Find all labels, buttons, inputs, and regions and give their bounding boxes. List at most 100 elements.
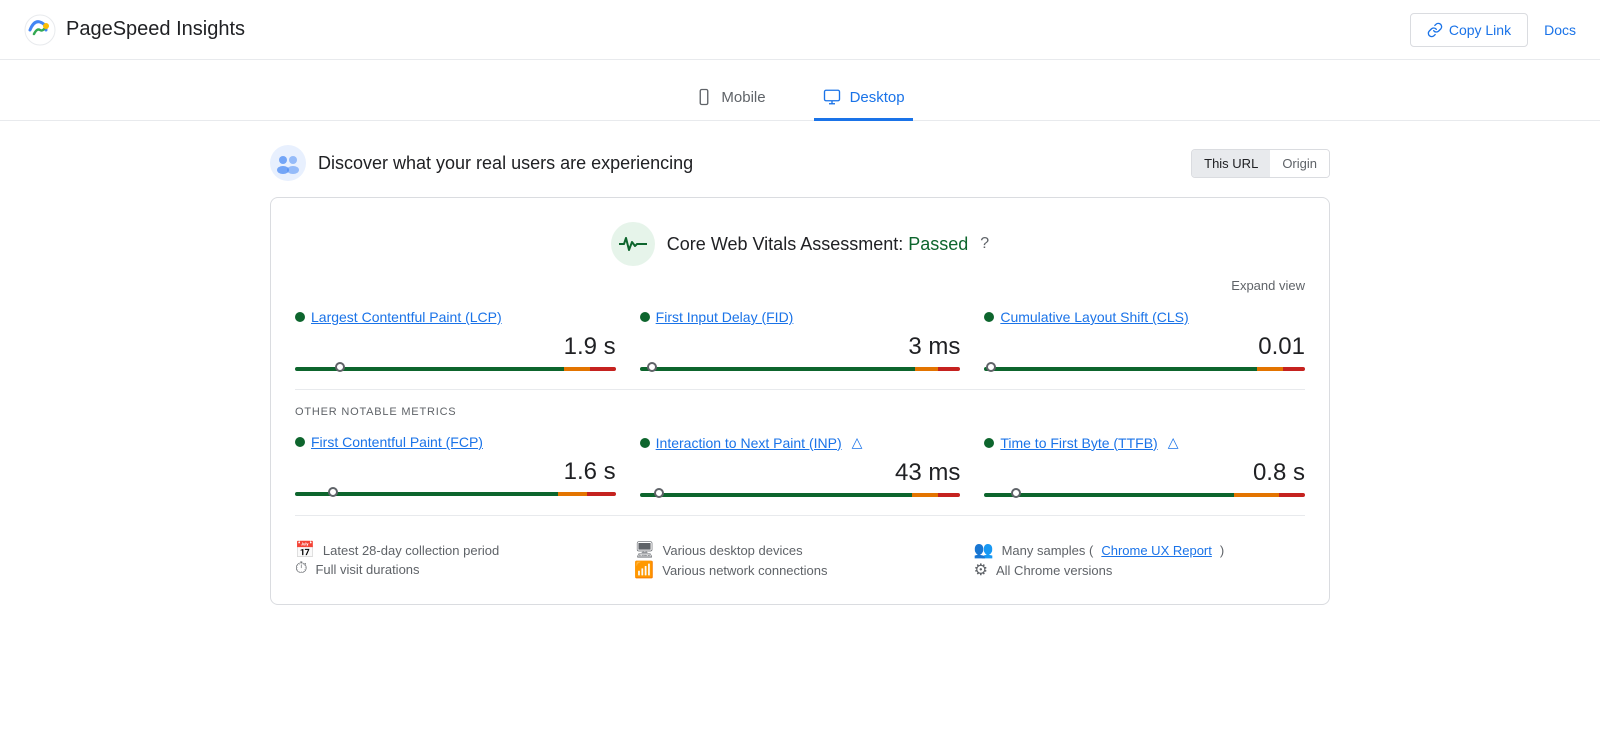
metric-dot [640, 312, 650, 322]
bar-orange [915, 367, 937, 371]
metric-label: Largest Contentful Paint (LCP) [295, 309, 616, 325]
this-url-button[interactable]: This URL [1192, 150, 1270, 177]
cwv-title-row: Core Web Vitals Assessment: Passed ? [611, 222, 989, 266]
metric-item: Cumulative Layout Shift (CLS) 0.01 [984, 309, 1305, 373]
metrics-card: Core Web Vitals Assessment: Passed ? Exp… [270, 197, 1330, 605]
copy-link-button[interactable]: Copy Link [1410, 13, 1528, 47]
chrome-ux-report-link[interactable]: Chrome UX Report [1101, 543, 1212, 558]
experimental-icon: △ [1168, 434, 1179, 451]
cwv-status: Passed [908, 234, 968, 254]
metric-bar-bg [640, 493, 961, 497]
metric-bar-container [984, 491, 1305, 499]
metric-label: Cumulative Layout Shift (CLS) [984, 309, 1305, 325]
tab-mobile-label: Mobile [721, 89, 765, 106]
metric-dot [984, 312, 994, 322]
footer-item-text: Various desktop devices [663, 543, 803, 558]
bar-red [1279, 493, 1305, 497]
metric-dot [295, 312, 305, 322]
other-metrics-grid: First Contentful Paint (FCP) 1.6 s Interac… [295, 434, 1305, 499]
footer-item-icon: 👥 [974, 540, 994, 560]
section-title-area: Discover what your real users are experi… [270, 145, 693, 181]
metric-name[interactable]: Interaction to Next Paint (INP) [656, 435, 842, 451]
metric-bar-bg [640, 367, 961, 371]
docs-link[interactable]: Docs [1544, 22, 1576, 38]
bar-orange [912, 493, 938, 497]
cwv-header: Core Web Vitals Assessment: Passed ? [295, 222, 1305, 270]
bar-orange [1257, 367, 1283, 371]
metric-value: 0.8 s [984, 459, 1305, 487]
footer-item-text-prefix: Many samples ( [1002, 543, 1094, 558]
origin-button[interactable]: Origin [1270, 150, 1329, 177]
metric-bar-container [640, 365, 961, 373]
tab-mobile[interactable]: Mobile [687, 76, 773, 121]
bar-red [1283, 367, 1305, 371]
bar-green [984, 493, 1234, 497]
metric-name[interactable]: Cumulative Layout Shift (CLS) [1000, 309, 1188, 325]
footer-item: ⚙All Chrome versions [974, 560, 1305, 580]
metric-bar-bg [295, 492, 616, 496]
tab-desktop[interactable]: Desktop [814, 76, 913, 121]
footer-item: 📶 Various network connections [634, 560, 965, 580]
bar-red [587, 492, 616, 496]
metric-bar-container [984, 365, 1305, 373]
bar-green [640, 493, 913, 497]
bar-green [984, 367, 1257, 371]
metric-value: 43 ms [640, 459, 961, 487]
metric-value: 3 ms [640, 333, 961, 361]
copy-link-label: Copy Link [1449, 22, 1511, 38]
bar-red [938, 493, 960, 497]
footer-item: ⏱Full visit durations [295, 560, 626, 578]
metric-indicator [335, 362, 345, 372]
metric-name[interactable]: First Input Delay (FID) [656, 309, 794, 325]
bar-red [590, 367, 616, 371]
footer-col1: 📅 Latest 28-day collection period ⏱Full vi… [295, 540, 626, 580]
metric-dot [984, 438, 994, 448]
app-title: PageSpeed Insights [66, 18, 245, 41]
metric-indicator [986, 362, 996, 372]
expand-view[interactable]: Expand view [295, 278, 1305, 293]
metric-value: 1.9 s [295, 333, 616, 361]
footer-item: 👥Many samples (Chrome UX Report) [974, 540, 1305, 560]
metrics-divider [295, 389, 1305, 390]
metric-bar-container [295, 490, 616, 498]
metric-label: First Contentful Paint (FCP) [295, 434, 616, 450]
metric-bar-container [640, 491, 961, 499]
mobile-icon [695, 88, 713, 106]
page-header: PageSpeed Insights Copy Link Docs [0, 0, 1600, 60]
metric-name[interactable]: Largest Contentful Paint (LCP) [311, 309, 502, 325]
pagespeed-logo [24, 14, 56, 46]
metric-item: First Contentful Paint (FCP) 1.6 s [295, 434, 616, 499]
bar-green [640, 367, 916, 371]
metric-dot [640, 438, 650, 448]
experimental-icon: △ [852, 434, 863, 451]
footer-item-icon: ⏱ [295, 560, 307, 578]
metric-value: 1.6 s [295, 458, 616, 486]
real-users-header: Discover what your real users are experi… [270, 145, 1330, 181]
metric-name[interactable]: Time to First Byte (TTFB) [1000, 435, 1157, 451]
footer-item-text: Latest 28-day collection period [323, 543, 499, 558]
bar-red [938, 367, 960, 371]
metric-bar-container [295, 365, 616, 373]
crux-icon [270, 145, 306, 181]
footer-item-icon: 📅 [295, 540, 315, 560]
footer-item-icon: 📶 [634, 560, 654, 580]
help-icon[interactable]: ? [980, 235, 989, 253]
metric-label: First Input Delay (FID) [640, 309, 961, 325]
section-title: Discover what your real users are experi… [318, 153, 693, 174]
other-metrics-label: OTHER NOTABLE METRICS [295, 406, 1305, 418]
footer-col3: 👥Many samples (Chrome UX Report)⚙All Chr… [974, 540, 1305, 580]
footer-item: 🖥 Various desktop devices [634, 540, 965, 560]
header-actions: Copy Link Docs [1410, 13, 1576, 47]
url-origin-toggle: This URL Origin [1191, 149, 1330, 178]
metric-indicator [654, 488, 664, 498]
footer-item-text: All Chrome versions [996, 563, 1112, 578]
footer-divider [295, 515, 1305, 516]
device-tabs: Mobile Desktop [0, 60, 1600, 121]
footer-item-text: Various network connections [662, 563, 827, 578]
metric-value: 0.01 [984, 333, 1305, 361]
footer-item: 📅 Latest 28-day collection period [295, 540, 626, 560]
footer-item-icon: 🖥 [634, 540, 654, 560]
metric-item: Largest Contentful Paint (LCP) 1.9 s [295, 309, 616, 373]
metric-label: Time to First Byte (TTFB) △ [984, 434, 1305, 451]
metric-name[interactable]: First Contentful Paint (FCP) [311, 434, 483, 450]
